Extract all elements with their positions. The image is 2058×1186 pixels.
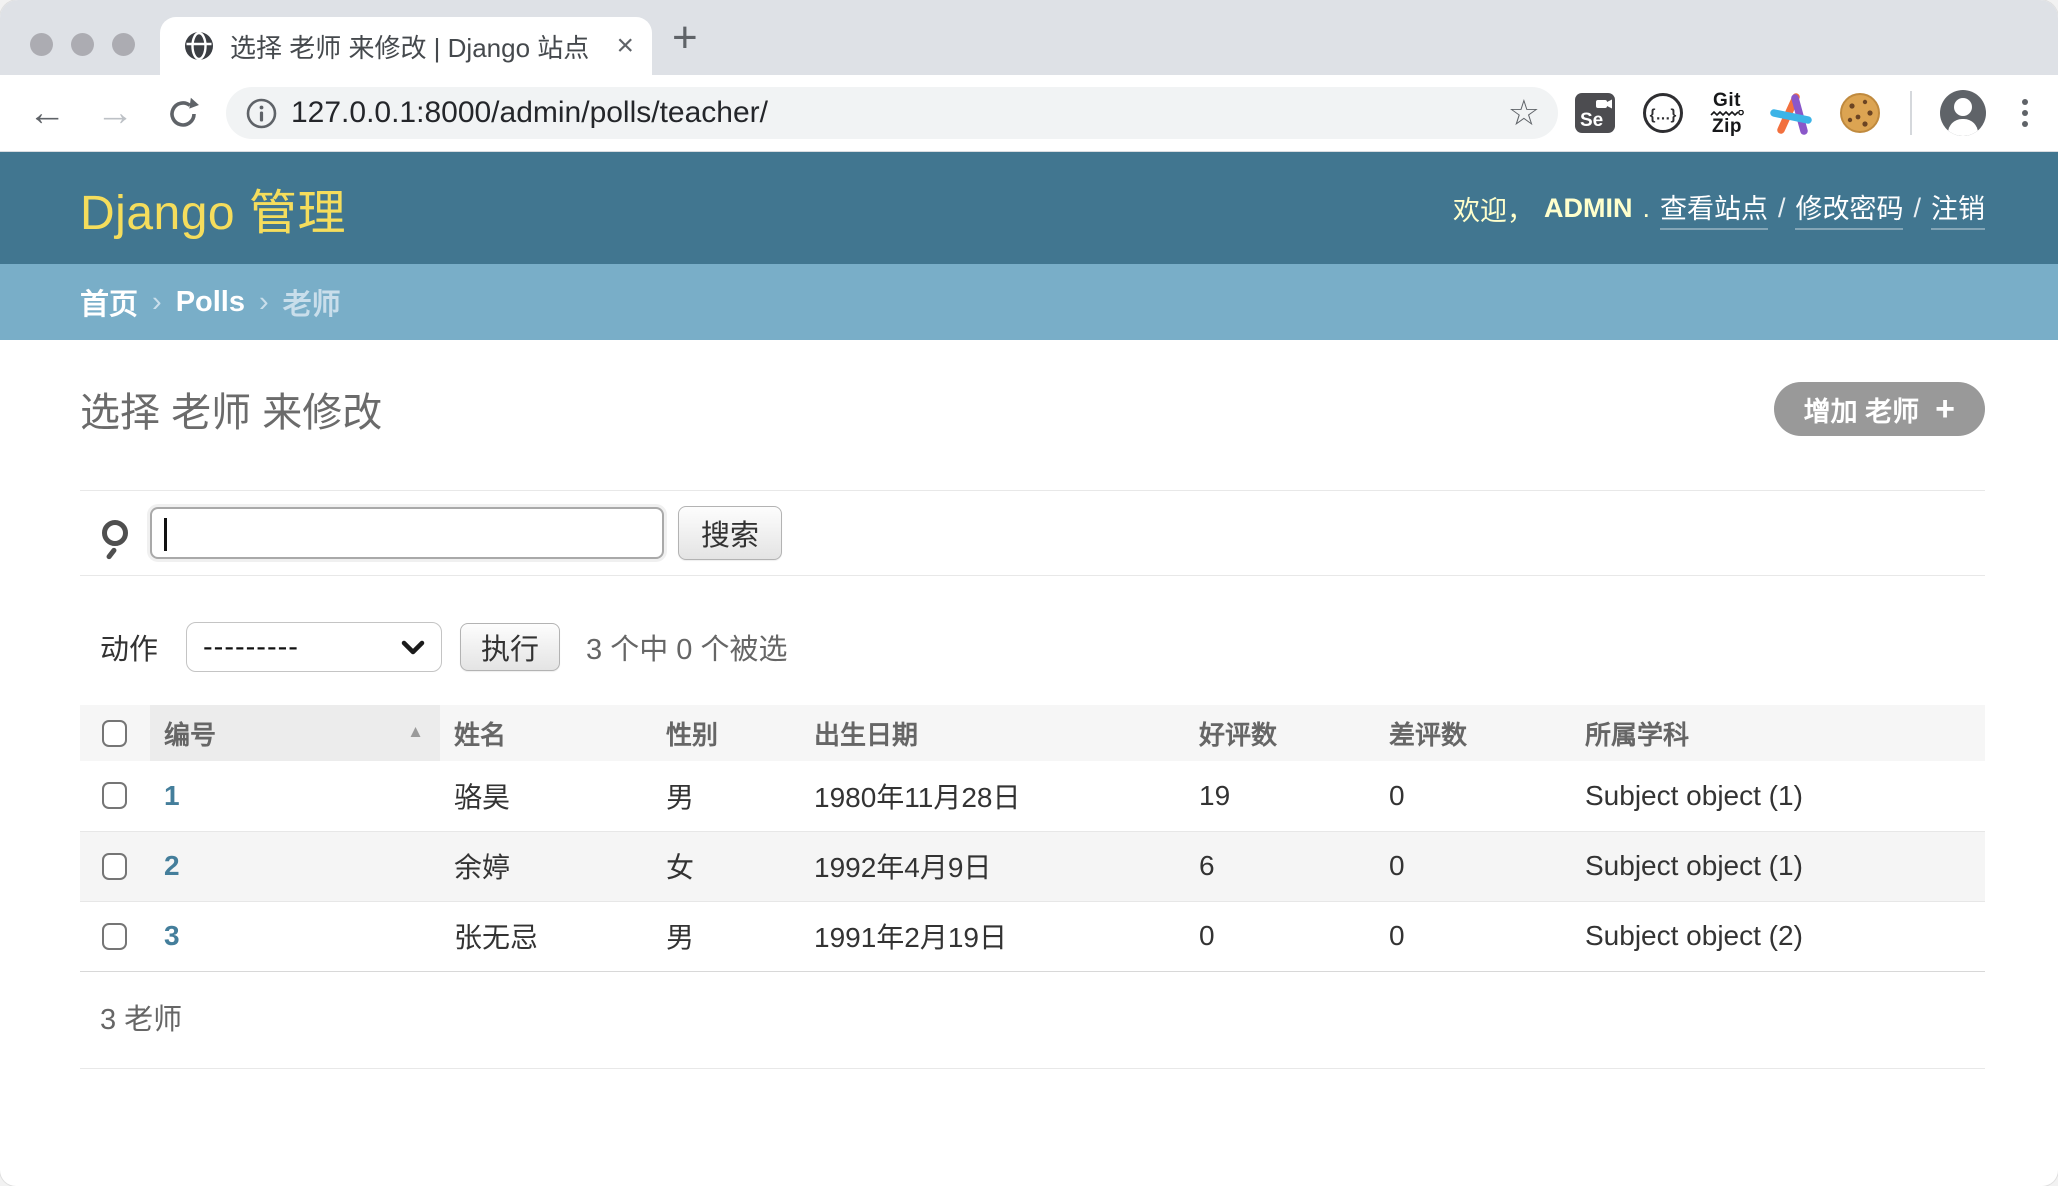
column-header-id[interactable]: 编号 ▲ — [150, 705, 440, 761]
user-tools: 欢迎， ADMIN. 查看站点 / 修改密码 / 注销 — [1453, 187, 1985, 230]
column-header-birthdate[interactable]: 出生日期 — [800, 705, 1185, 761]
site-branding-link[interactable]: Django 管理 — [80, 173, 346, 243]
plus-icon: + — [1935, 392, 1955, 426]
column-header-gender[interactable]: 性别 — [652, 705, 800, 761]
table-header-row: 编号 ▲ 姓名 性别 出生日期 好评数 差评数 所属学科 — [80, 705, 1985, 761]
cell-birthdate: 1991年2月19日 — [800, 901, 1185, 971]
cell-gender: 男 — [652, 761, 800, 831]
tab-title: 选择 老师 来修改 | Django 站点管理员 — [230, 28, 588, 65]
breadcrumb-current: 老师 — [283, 281, 341, 323]
browser-window: 选择 老师 来修改 | Django 站点管理员 × + ← → 127.0.0… — [0, 0, 2058, 1186]
row-checkbox[interactable] — [102, 923, 127, 950]
search-button[interactable]: 搜索 — [678, 506, 782, 560]
cell-likes: 0 — [1185, 901, 1375, 971]
cell-name: 骆昊 — [440, 761, 652, 831]
result-count: 3 老师 — [80, 972, 1985, 1069]
cell-name: 张无忌 — [440, 901, 652, 971]
tab-strip: 选择 老师 来修改 | Django 站点管理员 × + — [0, 0, 2058, 75]
new-tab-button[interactable]: + — [672, 18, 698, 58]
table-row: 1 骆昊男1980年11月28日190Subject object (1) — [80, 761, 1985, 831]
breadcrumb-app-link[interactable]: Polls — [176, 286, 245, 319]
json-viewer-extension-icon[interactable]: {…} — [1642, 92, 1684, 134]
change-password-link[interactable]: 修改密码 — [1795, 187, 1903, 230]
main-content: 选择 老师 来修改 增加 老师 + 搜索 动作 --------- 执行 3 个… — [0, 380, 2058, 1069]
logout-link[interactable]: 注销 — [1931, 187, 1985, 230]
actions-label: 动作 — [100, 626, 158, 668]
row-id-link[interactable]: 1 — [164, 780, 180, 811]
window-close-button[interactable] — [30, 33, 53, 56]
gitzip-extension-icon[interactable]: Git Zip — [1710, 92, 1744, 135]
window-controls — [30, 33, 135, 56]
row-checkbox[interactable] — [102, 853, 127, 880]
reload-icon[interactable] — [160, 92, 206, 135]
site-info-icon[interactable] — [246, 98, 277, 129]
forward-icon[interactable]: → — [92, 92, 138, 135]
actions-row: 动作 --------- 执行 3 个中 0 个被选 — [80, 622, 1985, 672]
select-all-checkbox[interactable] — [102, 720, 127, 747]
chevron-down-icon — [401, 640, 425, 655]
teacher-table-body: 1骆昊男1980年11月28日190Subject object (1)2余婷女… — [80, 761, 1985, 971]
go-button[interactable]: 执行 — [460, 623, 560, 671]
column-header-subject[interactable]: 所属学科 — [1571, 705, 1985, 761]
cell-dislikes: 0 — [1375, 901, 1571, 971]
toolbar-divider — [1910, 91, 1912, 135]
url-text[interactable]: 127.0.0.1:8000/admin/polls/teacher/ — [291, 96, 1496, 130]
text-caret — [164, 518, 167, 551]
browser-tab[interactable]: 选择 老师 来修改 | Django 站点管理员 × — [160, 17, 652, 75]
cell-name: 余婷 — [440, 831, 652, 901]
column-header-dislikes[interactable]: 差评数 — [1375, 705, 1571, 761]
svg-text:{…}: {…} — [1650, 107, 1677, 124]
cell-dislikes: 0 — [1375, 761, 1571, 831]
row-id-link[interactable]: 3 — [164, 920, 180, 951]
axe-extension-icon[interactable] — [1770, 91, 1812, 135]
address-bar[interactable]: 127.0.0.1:8000/admin/polls/teacher/ ☆ — [226, 87, 1558, 139]
row-id-link[interactable]: 2 — [164, 850, 180, 881]
cell-likes: 6 — [1185, 831, 1375, 901]
tab-close-icon[interactable]: × — [616, 31, 634, 61]
add-teacher-button[interactable]: 增加 老师 + — [1774, 382, 1985, 436]
table-row: 2 余婷女1992年4月9日60Subject object (1) — [80, 831, 1985, 901]
profile-avatar[interactable] — [1940, 90, 1986, 136]
window-zoom-button[interactable] — [112, 33, 135, 56]
row-checkbox[interactable] — [102, 782, 127, 809]
cell-subject: Subject object (1) — [1571, 831, 1985, 901]
search-bar: 搜索 — [80, 490, 1985, 576]
svg-text:Se: Se — [1580, 110, 1603, 131]
back-icon[interactable]: ← — [24, 92, 70, 135]
cell-gender: 女 — [652, 831, 800, 901]
breadcrumb-home-link[interactable]: 首页 — [80, 281, 138, 323]
column-header-likes[interactable]: 好评数 — [1185, 705, 1375, 761]
cell-likes: 19 — [1185, 761, 1375, 831]
sort-ascending-icon: ▲ — [407, 722, 424, 742]
bookmark-star-icon[interactable]: ☆ — [1508, 92, 1540, 134]
cell-birthdate: 1992年4月9日 — [800, 831, 1185, 901]
cell-gender: 男 — [652, 901, 800, 971]
breadcrumb: 首页 › Polls › 老师 — [0, 264, 2058, 340]
extension-area: Se {…} Git Zip — [1574, 90, 2034, 136]
selection-counter: 3 个中 0 个被选 — [586, 626, 787, 668]
globe-favicon-icon — [184, 31, 214, 61]
cell-birthdate: 1980年11月28日 — [800, 761, 1185, 831]
welcome-text: 欢迎， — [1453, 189, 1534, 228]
username: ADMIN — [1544, 193, 1633, 224]
page-title: 选择 老师 来修改 — [80, 380, 382, 438]
selenium-extension-icon[interactable]: Se — [1574, 92, 1616, 134]
cell-subject: Subject object (1) — [1571, 761, 1985, 831]
window-minimize-button[interactable] — [71, 33, 94, 56]
cell-subject: Subject object (2) — [1571, 901, 1985, 971]
cookie-extension-icon[interactable] — [1838, 91, 1882, 135]
teacher-table: 编号 ▲ 姓名 性别 出生日期 好评数 差评数 所属学科 1 骆昊男1980年11… — [80, 705, 1985, 972]
view-site-link[interactable]: 查看站点 — [1660, 187, 1768, 230]
search-icon — [102, 520, 128, 546]
admin-header: Django 管理 欢迎， ADMIN. 查看站点 / 修改密码 / 注销 — [0, 152, 2058, 264]
browser-menu-icon[interactable] — [2016, 99, 2034, 127]
column-header-name[interactable]: 姓名 — [440, 705, 652, 761]
action-select[interactable]: --------- — [186, 622, 442, 672]
cell-dislikes: 0 — [1375, 831, 1571, 901]
search-input[interactable] — [150, 507, 664, 559]
table-row: 3张无忌男1991年2月19日00Subject object (2) — [80, 901, 1985, 971]
browser-toolbar: ← → 127.0.0.1:8000/admin/polls/teacher/ … — [0, 75, 2058, 152]
